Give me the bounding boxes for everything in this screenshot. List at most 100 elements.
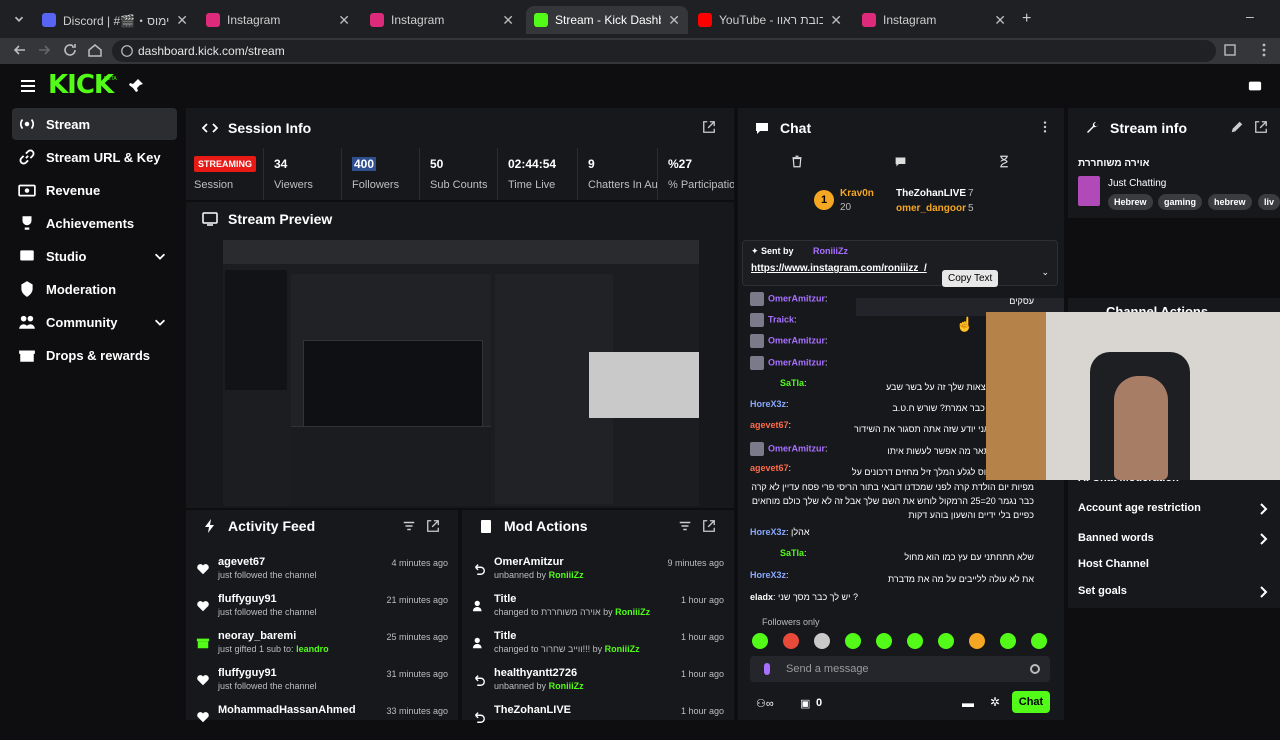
sidebar-item-drops-rewards[interactable]: Drops & rewards [12, 339, 177, 371]
forward-icon[interactable] [36, 42, 52, 58]
extensions-icon[interactable] [1222, 42, 1238, 58]
mic-icon[interactable] [764, 663, 770, 675]
mod-target[interactable]: Title [494, 593, 516, 605]
mod-target[interactable]: healthyantt2726 [494, 667, 577, 679]
gift-recipient[interactable]: leandro [296, 644, 329, 654]
gift-icon[interactable]: ▣ [800, 697, 810, 710]
chevron-down-icon[interactable] [153, 249, 167, 263]
pinned-user[interactable]: RoniiiZz [813, 246, 848, 256]
sidebar-item-moderation[interactable]: Moderation [12, 273, 177, 305]
address-bar[interactable]: dashboard.kick.com/stream [112, 40, 1216, 62]
stream-tag[interactable]: hebrew [1208, 194, 1252, 210]
emote-icon[interactable] [907, 633, 923, 649]
browser-tab[interactable]: Instagram ✕ [854, 6, 1014, 34]
action-set-goals[interactable]: Set goals [1078, 585, 1274, 605]
popout-icon[interactable] [426, 519, 440, 533]
mod-target[interactable]: TheZohanLIVE [494, 704, 571, 716]
action-host-channel[interactable]: Host Channel [1078, 558, 1274, 578]
mod-target[interactable]: OmerAmitzur [494, 556, 564, 568]
browser-tab-active[interactable]: Stream - Kick Dashboard ✕ [526, 6, 688, 34]
chat-username[interactable]: agevet67 [750, 463, 789, 473]
chat-username[interactable]: OmerAmitzur [768, 357, 825, 367]
close-tab-icon[interactable]: ✕ [830, 12, 842, 29]
activity-user[interactable]: fluffyguy91 [218, 667, 277, 679]
sidebar-item-revenue[interactable]: Revenue [12, 174, 177, 206]
stream-video[interactable] [223, 240, 699, 506]
chat-username[interactable]: agevet67 [750, 420, 789, 430]
chevron-down-icon[interactable]: ⌄ [1041, 267, 1049, 278]
points-icon[interactable]: ⚇∞ [756, 697, 774, 710]
chat-bubble-icon[interactable] [894, 155, 907, 168]
sidebar-item-achievements[interactable]: Achievements [12, 207, 177, 239]
sidebar-item-stream-url-key[interactable]: Stream URL & Key [12, 141, 177, 173]
hourglass-icon[interactable] [998, 155, 1010, 168]
chat-username[interactable]: Traick [768, 314, 794, 324]
gear-icon[interactable]: ✲ [990, 695, 1000, 709]
hamburger-menu-icon[interactable] [20, 78, 36, 94]
chat-username[interactable]: OmerAmitzur [768, 293, 825, 303]
mod-target[interactable]: Title [494, 630, 516, 642]
browser-tab[interactable]: Instagram ✕ [198, 6, 358, 34]
stream-tag[interactable]: liv [1258, 194, 1280, 210]
tab-search-icon[interactable] [12, 12, 26, 26]
activity-user[interactable]: agevet67 [218, 556, 265, 568]
chat-bubble-icon[interactable]: ▬ [962, 696, 974, 710]
emote-icon[interactable] [969, 633, 985, 649]
browser-tab[interactable]: Instagram ✕ [362, 6, 522, 34]
close-tab-icon[interactable]: ✕ [668, 12, 680, 29]
action-banned-words[interactable]: Banned words [1078, 532, 1274, 552]
reload-icon[interactable] [62, 42, 78, 58]
home-icon[interactable] [87, 42, 103, 58]
popout-icon[interactable] [702, 120, 716, 134]
filter-icon[interactable] [402, 519, 416, 533]
stream-tag[interactable]: gaming [1158, 194, 1203, 210]
profile-switch-icon[interactable] [1248, 80, 1262, 92]
chat-username[interactable]: eladx [750, 592, 773, 602]
browser-tab[interactable]: Discord | #🎬・הוצאת&נימוס ✕ [34, 6, 196, 34]
emote-icon[interactable] [876, 633, 892, 649]
mod-by[interactable]: RoniiiZz [549, 570, 584, 580]
activity-user[interactable]: MohammadHassanAhmed [218, 704, 356, 716]
pin-icon[interactable] [128, 78, 144, 94]
emote-icon[interactable] [814, 633, 830, 649]
emote-icon[interactable] [752, 633, 768, 649]
emote-icon[interactable] [783, 633, 799, 649]
site-info-icon[interactable] [120, 44, 134, 58]
emote-icon[interactable] [1031, 633, 1047, 649]
chat-username[interactable]: SaTla [780, 378, 804, 388]
filter-icon[interactable] [678, 519, 692, 533]
chat-input[interactable]: Send a message [750, 656, 1050, 682]
emote-icon[interactable] [938, 633, 954, 649]
activity-user[interactable]: neoray_baremi [218, 630, 296, 642]
chat-menu-icon[interactable] [1038, 120, 1052, 134]
minimize-icon[interactable]: – [1246, 8, 1254, 24]
close-tab-icon[interactable]: ✕ [338, 12, 350, 29]
browser-tab[interactable]: YouTube - האח הגדול בובת ראוו ✕ [690, 6, 850, 34]
chat-username[interactable]: HoreX3z [750, 570, 786, 580]
popout-icon[interactable] [1254, 120, 1268, 134]
gifter-name[interactable]: TheZohanLIVE [896, 188, 966, 199]
kick-logo[interactable]: KICK [48, 70, 114, 100]
chat-username[interactable]: OmerAmitzur [768, 443, 825, 453]
send-chat-button[interactable]: Chat [1012, 691, 1050, 713]
chat-username[interactable]: OmerAmitzur [768, 335, 825, 345]
activity-user[interactable]: fluffyguy91 [218, 593, 277, 605]
edit-icon[interactable] [1230, 120, 1244, 134]
chat-username[interactable]: SaTla [780, 548, 804, 558]
chat-username[interactable]: HoreX3z [750, 399, 786, 409]
back-icon[interactable] [12, 42, 28, 58]
close-tab-icon[interactable]: ✕ [502, 12, 514, 29]
popout-icon[interactable] [702, 519, 716, 533]
chat-username[interactable]: HoreX3z [750, 527, 786, 537]
menu-dots-icon[interactable] [1256, 42, 1272, 58]
gifter-name[interactable]: Krav0n [840, 188, 874, 199]
pinned-message[interactable]: ✦ Sent by RoniiiZz https://www.instagram… [742, 240, 1058, 286]
mod-by[interactable]: RoniiiZz [549, 681, 584, 691]
emote-icon[interactable] [1000, 633, 1016, 649]
pinned-link[interactable]: https://www.instagram.com/roniiizz_/ [751, 263, 927, 274]
mod-by[interactable]: RoniiiZz [605, 644, 640, 654]
sidebar-item-studio[interactable]: Studio [12, 240, 177, 272]
new-tab-icon[interactable]: + [1022, 10, 1031, 28]
emoji-icon[interactable] [1030, 664, 1040, 674]
sidebar-item-stream[interactable]: Stream [12, 108, 177, 140]
